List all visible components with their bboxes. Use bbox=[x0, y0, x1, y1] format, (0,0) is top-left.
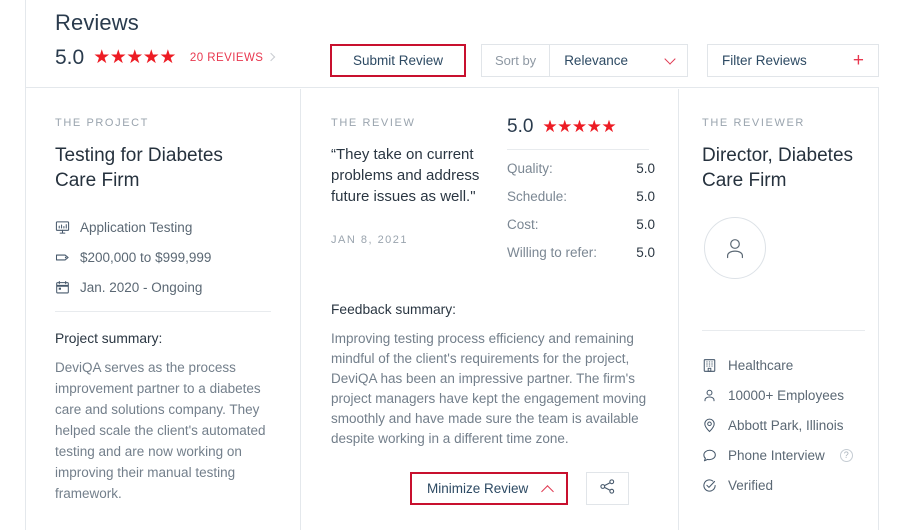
reviewer-verified-row: Verified bbox=[702, 470, 853, 500]
feedback-summary-heading: Feedback summary: bbox=[331, 302, 456, 317]
reviewer-interview-row: Phone Interview ? bbox=[702, 440, 853, 470]
sort-by-selected-value: Relevance bbox=[564, 53, 628, 68]
building-icon bbox=[702, 358, 717, 373]
review-scores: 5.0 ★★★★★ Quality: 5.0 Schedule: 5.0 Cos… bbox=[507, 117, 655, 273]
reviewer-size-row: 10000+ Employees bbox=[702, 380, 853, 410]
review-card-body: THE PROJECT Testing for Diabetes Care Fi… bbox=[26, 89, 879, 530]
project-budget-row: $200,000 to $999,999 bbox=[55, 242, 278, 272]
score-label-schedule: Schedule: bbox=[507, 189, 568, 204]
review-overall-rating-row: 5.0 ★★★★★ bbox=[507, 117, 655, 136]
overall-rating-row: 5.0 ★★★★★ 20 REVIEWS bbox=[55, 46, 276, 69]
reviews-header: Reviews 5.0 ★★★★★ 20 REVIEWS Submit Revi… bbox=[26, 0, 879, 88]
verified-check-icon bbox=[702, 478, 717, 493]
chevron-up-icon bbox=[541, 484, 554, 498]
price-tag-icon bbox=[55, 250, 70, 265]
reviewer-title: Director, Diabetes Care Firm bbox=[702, 145, 854, 191]
help-icon[interactable]: ? bbox=[839, 448, 853, 462]
submit-review-button[interactable]: Submit Review bbox=[330, 44, 466, 77]
reviews-count-label: 20 REVIEWS bbox=[189, 51, 264, 64]
calendar-icon bbox=[55, 280, 70, 295]
minimize-review-button[interactable]: Minimize Review bbox=[410, 472, 568, 505]
plus-icon: + bbox=[852, 50, 864, 71]
score-value-quality: 5.0 bbox=[636, 161, 655, 176]
review-score-divider bbox=[507, 149, 649, 150]
sort-by-select[interactable]: Relevance bbox=[550, 45, 687, 76]
speech-bubble-icon bbox=[702, 448, 717, 463]
location-pin-icon bbox=[702, 418, 717, 433]
review-score-list: Quality: 5.0 Schedule: 5.0 Cost: 5.0 Wil… bbox=[507, 161, 655, 273]
project-timeline-row: Jan. 2020 - Ongoing bbox=[55, 272, 278, 302]
project-title: Testing for Diabetes Care Firm bbox=[55, 145, 223, 191]
star-rating-icon: ★★★★★ bbox=[93, 47, 176, 68]
person-icon bbox=[702, 388, 717, 403]
sort-by-label: Sort by bbox=[482, 45, 551, 76]
share-button[interactable] bbox=[586, 472, 629, 505]
reviewer-industry-row: Healthcare bbox=[702, 350, 853, 380]
reviewer-eyebrow: THE REVIEWER bbox=[702, 117, 805, 129]
overall-rating-value: 5.0 bbox=[55, 46, 85, 69]
reviews-panel: Reviews 5.0 ★★★★★ 20 REVIEWS Submit Revi… bbox=[0, 0, 919, 530]
review-column: THE REVIEW “They take on current problem… bbox=[300, 89, 678, 530]
score-label-willing-to-refer: Willing to refer: bbox=[507, 245, 598, 260]
project-divider bbox=[55, 311, 271, 312]
project-budget-label: $200,000 to $999,999 bbox=[80, 249, 212, 265]
reviewer-size-label: 10000+ Employees bbox=[728, 387, 844, 403]
project-summary-heading: Project summary: bbox=[55, 331, 163, 346]
review-star-rating-icon: ★★★★★ bbox=[542, 117, 617, 136]
score-row-cost: Cost: 5.0 bbox=[507, 217, 655, 245]
project-timeline-label: Jan. 2020 - Ongoing bbox=[80, 279, 203, 295]
project-meta-list: Application Testing $200,000 to $999,999 bbox=[55, 212, 278, 302]
presentation-chart-icon bbox=[55, 220, 70, 235]
score-label-quality: Quality: bbox=[507, 161, 553, 176]
score-label-cost: Cost: bbox=[507, 217, 539, 232]
reviewer-location-row: Abbott Park, Illinois bbox=[702, 410, 853, 440]
reviewer-location-label: Abbott Park, Illinois bbox=[728, 417, 844, 433]
filter-reviews-label: Filter Reviews bbox=[722, 53, 807, 68]
score-value-willing-to-refer: 5.0 bbox=[636, 245, 655, 260]
minimize-review-label: Minimize Review bbox=[427, 481, 529, 496]
reviews-count-link[interactable]: 20 REVIEWS bbox=[189, 51, 276, 64]
chevron-right-icon bbox=[267, 52, 276, 62]
reviewer-divider bbox=[702, 330, 865, 331]
reviewer-column: THE REVIEWER Director, Diabetes Care Fir… bbox=[678, 89, 879, 530]
avatar bbox=[704, 217, 766, 279]
reviewer-verified-label: Verified bbox=[728, 477, 774, 493]
project-summary-body: DeviQA serves as the process improvement… bbox=[55, 360, 266, 501]
score-row-schedule: Schedule: 5.0 bbox=[507, 189, 655, 217]
project-column: THE PROJECT Testing for Diabetes Care Fi… bbox=[26, 89, 300, 530]
share-icon bbox=[599, 478, 616, 500]
sort-by-control: Sort by Relevance bbox=[481, 44, 688, 77]
filter-reviews-button[interactable]: Filter Reviews + bbox=[707, 44, 879, 77]
reviewer-details-list: Healthcare 10000+ Employees Abbott Park,… bbox=[702, 350, 853, 500]
page-title: Reviews bbox=[55, 10, 139, 35]
score-value-schedule: 5.0 bbox=[636, 189, 655, 204]
chevron-down-icon bbox=[664, 52, 676, 65]
project-service-row: Application Testing bbox=[55, 212, 278, 242]
reviewer-interview-label: Phone Interview bbox=[728, 447, 825, 463]
project-service-label: Application Testing bbox=[80, 219, 193, 235]
review-overall-rating-value: 5.0 bbox=[507, 116, 534, 137]
feedback-summary-body: Improving testing process efficiency and… bbox=[331, 331, 647, 446]
score-row-willing-to-refer: Willing to refer: 5.0 bbox=[507, 245, 655, 273]
project-eyebrow: THE PROJECT bbox=[55, 117, 149, 129]
score-value-cost: 5.0 bbox=[636, 217, 655, 232]
review-quote: “They take on current problems and addre… bbox=[331, 146, 480, 205]
reviewer-industry-label: Healthcare bbox=[728, 357, 794, 373]
score-row-quality: Quality: 5.0 bbox=[507, 161, 655, 189]
